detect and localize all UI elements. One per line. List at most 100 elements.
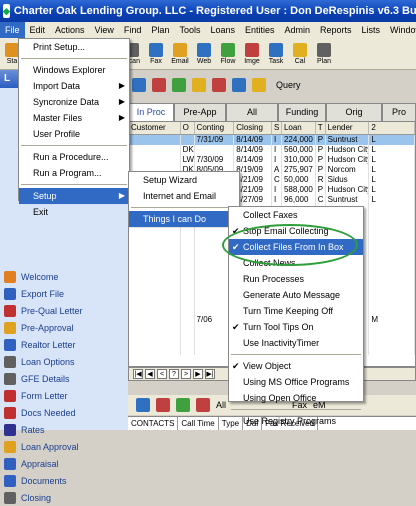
file-menu-item-syncronize-data[interactable]: Syncronize Data ▶ — [19, 94, 129, 110]
nav-item-realtor-letter[interactable]: Realtor Letter — [0, 336, 128, 353]
nav-item-loan-options[interactable]: Loan Options — [0, 353, 128, 370]
setup-menu-item-internet-and-email[interactable]: Internet and Email — [129, 188, 239, 204]
contacts-column[interactable]: Call Time — [178, 417, 219, 430]
pager-button[interactable]: < — [157, 369, 167, 379]
pager-button[interactable]: ◀ — [145, 369, 155, 379]
things-menu-item-turn-tool-tips-on[interactable]: ✔ Turn Tool Tips On — [229, 319, 363, 335]
contact-icon[interactable] — [136, 398, 150, 412]
nav-item-appraisal[interactable]: Appraisal — [0, 455, 128, 472]
menu-file[interactable]: File — [0, 22, 25, 38]
nav-item-loan-approval[interactable]: Loan Approval — [0, 438, 128, 455]
file-menu-item-run-a-program-[interactable]: Run a Program... — [19, 165, 129, 181]
menu-edit[interactable]: Edit — [25, 22, 51, 38]
table-row[interactable]: DK 8/14/09 I 560,000 P Hudson City L — [129, 145, 415, 155]
file-menu-item-print-setup-[interactable]: Print Setup... — [19, 39, 129, 55]
nav-item-gfe-details[interactable]: GFE Details — [0, 370, 128, 387]
delete-icon[interactable] — [152, 78, 166, 92]
menu-plan[interactable]: Plan — [146, 22, 174, 38]
menu-entities[interactable]: Entities — [240, 22, 280, 38]
pager-button[interactable]: ? — [169, 369, 179, 379]
table-cell — [129, 335, 181, 345]
pager-button[interactable]: > — [181, 369, 191, 379]
nav-item-form-letter[interactable]: Form Letter — [0, 387, 128, 404]
setup-menu-item-things-i-can-do[interactable]: Things I can Do▶ — [129, 211, 239, 227]
column-header[interactable]: Lender — [326, 122, 370, 134]
file-menu-item-exit[interactable]: Exit — [19, 204, 129, 220]
column-header[interactable]: Conting — [195, 122, 235, 134]
things-menu-item-turn-time-keeping-off[interactable]: Turn Time Keeping Off — [229, 303, 363, 319]
menu-lists[interactable]: Lists — [357, 22, 386, 38]
tab-pre-app[interactable]: Pre-App — [174, 103, 226, 121]
pager-button[interactable]: ▶| — [205, 369, 215, 379]
pager-button[interactable]: ▶ — [193, 369, 203, 379]
things-menu-item-run-processes[interactable]: Run Processes — [229, 271, 363, 287]
add-icon[interactable] — [156, 398, 170, 412]
nav-item-export-file[interactable]: Export File — [0, 285, 128, 302]
nav-item-closing[interactable]: Closing — [0, 489, 128, 506]
column-header[interactable]: 2 — [369, 122, 415, 134]
toolbar-web-button[interactable]: Web — [192, 38, 216, 69]
setup-menu-item-setup-wizard[interactable]: Setup Wizard — [129, 172, 239, 188]
column-header[interactable]: Loan — [282, 122, 316, 134]
things-menu-item-using-ms-office-programs[interactable]: Using MS Office Programs — [229, 374, 363, 390]
table-row[interactable]: 7/31/09 8/14/09 I 224,000 P Suntrust L — [129, 135, 415, 145]
table-cell — [129, 345, 181, 355]
menu-view[interactable]: View — [90, 22, 119, 38]
all-checkbox[interactable]: All — [216, 400, 226, 410]
tab-orig[interactable]: Orig — [326, 103, 382, 121]
file-menu-item-setup[interactable]: Setup ▶ — [19, 188, 129, 204]
column-header[interactable]: T — [316, 122, 326, 134]
things-menu-item-generate-auto-message[interactable]: Generate Auto Message — [229, 287, 363, 303]
things-menu-item-use-registry-programs[interactable]: Use Registry Programs — [229, 413, 363, 429]
refresh-icon[interactable] — [176, 398, 190, 412]
nav-item-documents[interactable]: Documents — [0, 472, 128, 489]
nav-item-docs-needed[interactable]: Docs Needed — [0, 404, 128, 421]
print-icon[interactable] — [212, 78, 226, 92]
toolbar-imge-button[interactable]: Imge — [240, 38, 264, 69]
contacts-column[interactable]: CONTACTS — [128, 417, 179, 430]
menu-loans[interactable]: Loans — [205, 22, 240, 38]
toolbar-task-button[interactable]: Task — [264, 38, 288, 69]
toolbar-plan-button[interactable]: Plan — [312, 38, 336, 69]
tab-all[interactable]: All — [226, 103, 278, 121]
close-icon[interactable] — [196, 398, 210, 412]
column-header[interactable]: S — [272, 122, 282, 134]
toolbar-email-button[interactable]: Email — [168, 38, 192, 69]
tab-in-proc[interactable]: In Proc — [128, 103, 174, 121]
toolbar-cal-button[interactable]: Cal — [288, 38, 312, 69]
menu-find[interactable]: Find — [119, 22, 147, 38]
graph-icon[interactable] — [232, 78, 246, 92]
file-menu-item-master-files[interactable]: Master Files ▶ — [19, 110, 129, 126]
nav-item-welcome[interactable]: Welcome — [0, 268, 128, 285]
menu-window[interactable]: Window — [385, 22, 416, 38]
menu-tools[interactable]: Tools — [174, 22, 205, 38]
menu-label: View Object — [243, 361, 291, 371]
refresh-icon[interactable] — [172, 78, 186, 92]
nav-item-pre-approval[interactable]: Pre-Approval — [0, 319, 128, 336]
money-icon[interactable] — [192, 78, 206, 92]
pager-button[interactable]: |◀ — [133, 369, 143, 379]
toolbar-fax-button[interactable]: Fax — [144, 38, 168, 69]
things-menu-item-using-open-office[interactable]: Using Open Office — [229, 390, 363, 406]
things-menu-item-view-object[interactable]: ✔ View Object — [229, 358, 363, 374]
column-header[interactable]: O — [181, 122, 195, 134]
mail-icon[interactable] — [252, 78, 266, 92]
column-header[interactable]: Closing — [234, 122, 272, 134]
menu-admin[interactable]: Admin — [280, 22, 316, 38]
menu-reports[interactable]: Reports — [315, 22, 357, 38]
tab-pro[interactable]: Pro — [382, 103, 416, 121]
file-menu-item-windows-explorer[interactable]: Windows Explorer — [19, 62, 129, 78]
menu-actions[interactable]: Actions — [50, 22, 90, 38]
nav-item-pre-qual-letter[interactable]: Pre-Qual Letter — [0, 302, 128, 319]
table-row[interactable]: LW 7/30/09 8/14/09 I 310,000 P Hudson City L — [129, 155, 415, 165]
tab-funding[interactable]: Funding — [278, 103, 326, 121]
file-menu-item-import-data[interactable]: Import Data ▶ — [19, 78, 129, 94]
toolbar-flow-button[interactable]: Flow — [216, 38, 240, 69]
file-menu-item-run-a-procedure-[interactable]: Run a Procedure... — [19, 149, 129, 165]
home-icon[interactable] — [132, 78, 146, 92]
file-menu-item-user-profile[interactable]: User Profile — [19, 126, 129, 142]
column-header[interactable]: Customer — [129, 122, 181, 134]
things-menu-item-use-inactivitytimer[interactable]: Use InactivityTimer — [229, 335, 363, 351]
query-label[interactable]: Query — [276, 80, 301, 90]
things-menu-item-collect-faxes[interactable]: Collect Faxes — [229, 207, 363, 223]
